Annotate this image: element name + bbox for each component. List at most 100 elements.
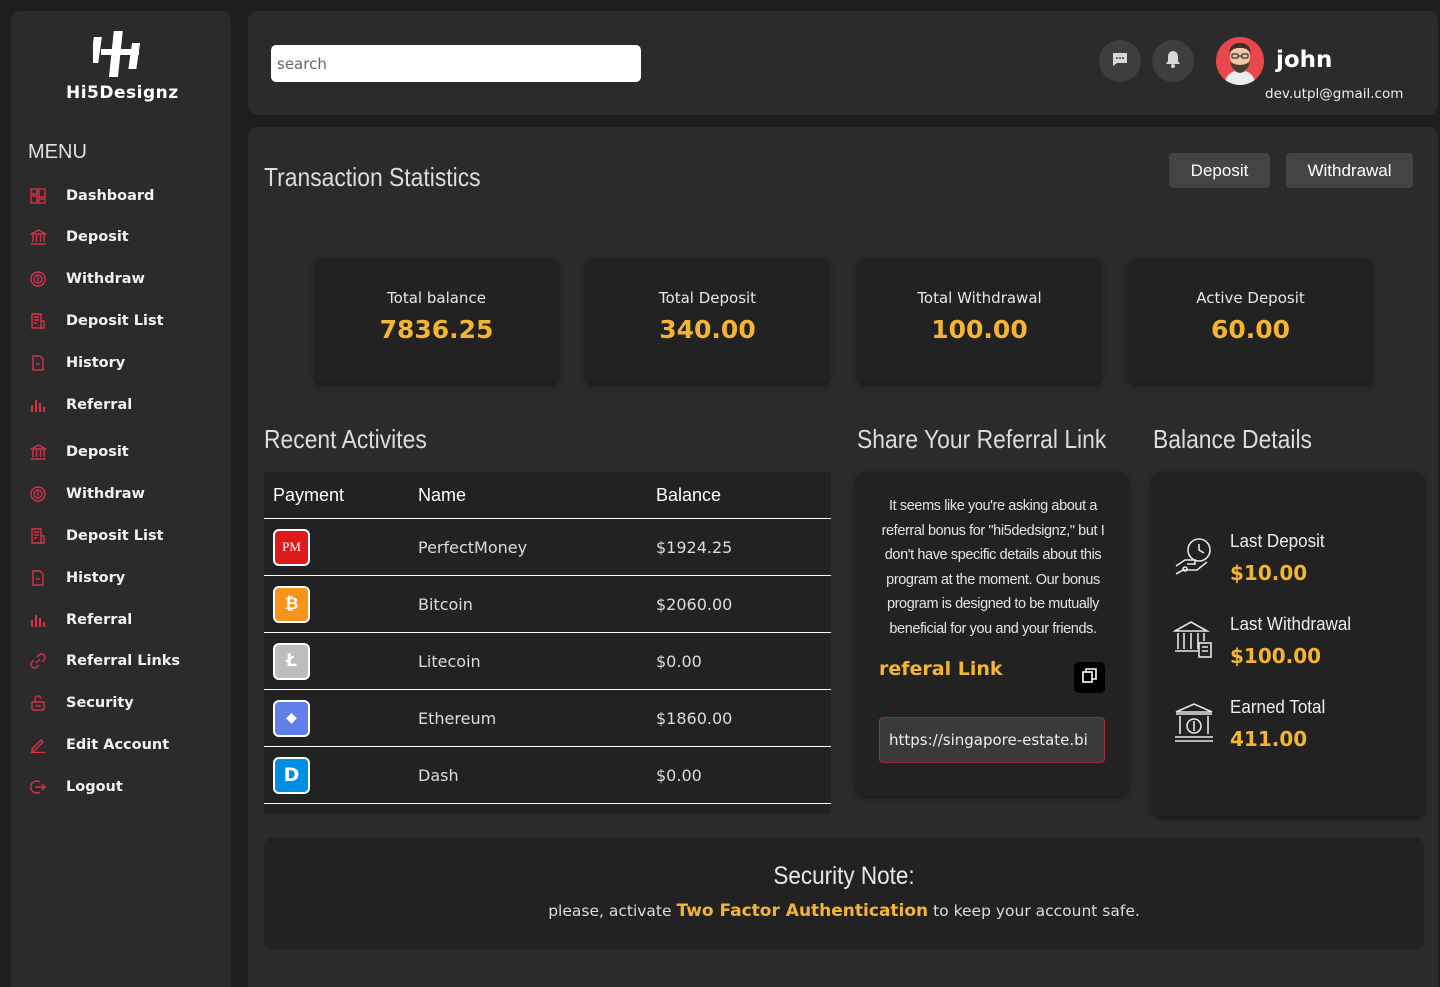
payment-name: Dash: [418, 765, 459, 785]
stat-card-total-deposit: Total Deposit 340.00: [586, 259, 829, 383]
bank-icon: [29, 228, 47, 246]
balance-value: $10.00: [1230, 561, 1308, 585]
menu-title: MENU: [28, 141, 87, 163]
stat-value: 100.00: [931, 315, 1028, 344]
table-row[interactable]: PM PerfectMoney $1924.25: [264, 519, 831, 576]
column-header-name: Name: [418, 484, 467, 505]
lock-icon: [29, 694, 47, 712]
sidebar-item-label: Deposit List: [66, 528, 164, 544]
copy-button[interactable]: [1074, 662, 1105, 693]
brand-name: Hi5Designz: [66, 83, 179, 103]
treasury-icon: [1173, 702, 1217, 746]
table-row[interactable]: Ł Litecoin $0.00: [264, 633, 831, 690]
sidebar-item-label: Deposit List: [66, 313, 164, 329]
table-row[interactable]: ₿ Bitcoin $2060.00: [264, 576, 831, 633]
withdrawal-button[interactable]: Withdrawal: [1286, 153, 1413, 188]
referral-link-input[interactable]: [879, 717, 1105, 763]
security-note-text: please, activate Two Factor Authenticati…: [264, 901, 1424, 921]
stat-card-total-withdrawal: Total Withdrawal 100.00: [858, 259, 1101, 383]
payment-balance: $1860.00: [656, 708, 733, 728]
logo[interactable]: Hi5Designz: [66, 29, 179, 103]
payment-balance: $0.00: [656, 651, 702, 671]
search-input[interactable]: [271, 45, 641, 82]
bell-icon: [1165, 50, 1181, 72]
page-title: Transaction Statistics: [264, 162, 481, 192]
sidebar-item-security[interactable]: Security: [29, 691, 134, 715]
sidebar-item-referral-2[interactable]: Referral: [29, 608, 132, 632]
sidebar-item-deposit-list[interactable]: Deposit List: [29, 309, 164, 333]
payment-name: Bitcoin: [418, 594, 473, 614]
chat-icon: [1112, 52, 1128, 71]
pencil-icon: [29, 736, 47, 754]
table-row[interactable]: D Dash $0.00: [264, 747, 831, 804]
sidebar: Hi5Designz MENU Dashboard Deposit Withdr…: [11, 11, 231, 987]
sidebar-item-label: Referral: [66, 397, 133, 413]
sidebar-item-deposit-list-2[interactable]: Deposit List: [29, 524, 164, 548]
balance-details-card: Last Deposit $10.00 Last Withdrawal $100…: [1153, 472, 1424, 816]
balance-label: Last Withdrawal: [1230, 613, 1352, 634]
balance-label: Last Deposit: [1230, 530, 1325, 551]
litecoin-icon: Ł: [273, 642, 310, 680]
balance-value: $100.00: [1230, 644, 1322, 668]
user-name[interactable]: john: [1276, 47, 1332, 73]
messages-button[interactable]: [1099, 40, 1141, 82]
sidebar-item-withdraw[interactable]: Withdraw: [29, 267, 145, 291]
sidebar-item-deposit[interactable]: Deposit: [29, 225, 129, 249]
avatar[interactable]: [1216, 37, 1264, 85]
payment-balance: $1924.25: [656, 537, 733, 557]
user-email: dev.utpl@gmail.com: [1265, 86, 1404, 102]
sidebar-item-label: Logout: [66, 779, 123, 795]
referral-card: It seems like you're asking about a refe…: [857, 472, 1127, 796]
dash-icon: D: [273, 756, 310, 794]
bank-icon: [29, 443, 47, 461]
bar-chart-icon: [29, 396, 47, 414]
sidebar-item-edit-account[interactable]: Edit Account: [29, 733, 169, 757]
balance-details-title: Balance Details: [1153, 424, 1312, 454]
payment-balance: $0.00: [656, 765, 702, 785]
bar-chart-icon: [29, 611, 47, 629]
sidebar-item-withdraw-2[interactable]: Withdraw: [29, 482, 145, 506]
sidebar-item-referral[interactable]: Referral: [29, 393, 132, 417]
security-note-prefix: please, activate: [548, 902, 672, 920]
top-header: john dev.utpl@gmail.com: [248, 11, 1438, 115]
notifications-button[interactable]: [1152, 40, 1194, 82]
sidebar-item-label: History: [66, 355, 126, 371]
sidebar-item-history[interactable]: History: [29, 351, 125, 375]
column-header-balance: Balance: [656, 484, 722, 505]
main-content: Transaction Statistics Deposit Withdrawa…: [248, 127, 1438, 987]
recent-activities-title: Recent Activites: [264, 424, 427, 454]
stat-value: 60.00: [1210, 315, 1291, 344]
table-row[interactable]: ◆ Ethereum $1860.00: [264, 690, 831, 747]
sidebar-item-label: Deposit: [66, 229, 129, 245]
payment-balance: $2060.00: [656, 594, 733, 614]
sidebar-item-deposit-2[interactable]: Deposit: [29, 440, 129, 464]
document-icon: [29, 527, 47, 545]
stat-value: 340.00: [659, 315, 756, 344]
sidebar-item-label: Security: [66, 695, 134, 711]
payment-name: PerfectMoney: [418, 537, 528, 557]
link-icon: [29, 652, 47, 670]
referral-link-label: referal Link: [879, 658, 1003, 680]
referral-title: Share Your Referral Link: [857, 424, 1107, 454]
sidebar-item-label: Deposit: [66, 444, 129, 460]
sidebar-item-label: Referral: [66, 612, 133, 628]
deposit-clock-icon: [1173, 536, 1217, 580]
column-header-payment: Payment: [273, 484, 345, 505]
logo-mark-icon: [93, 31, 141, 77]
sidebar-item-label: Withdraw: [66, 486, 145, 502]
deposit-button[interactable]: Deposit: [1169, 153, 1270, 188]
sidebar-item-history-2[interactable]: History: [29, 566, 125, 590]
bitcoin-icon: ₿: [273, 585, 310, 623]
sidebar-item-logout[interactable]: Logout: [29, 775, 123, 799]
sidebar-item-referral-links[interactable]: Referral Links: [29, 649, 180, 673]
sidebar-item-dashboard[interactable]: Dashboard: [29, 184, 154, 208]
security-note-card: Security Note: please, activate Two Fact…: [264, 838, 1424, 949]
coin-icon: [29, 270, 47, 288]
two-factor-link[interactable]: Two Factor Authentication: [676, 901, 928, 921]
stat-value: 7836.25: [379, 315, 494, 344]
dashboard-icon: [29, 187, 47, 205]
stat-label: Total balance: [387, 289, 486, 307]
stat-label: Active Deposit: [1196, 289, 1305, 307]
stat-label: Total Withdrawal: [917, 289, 1042, 307]
sidebar-item-label: Dashboard: [66, 188, 155, 204]
